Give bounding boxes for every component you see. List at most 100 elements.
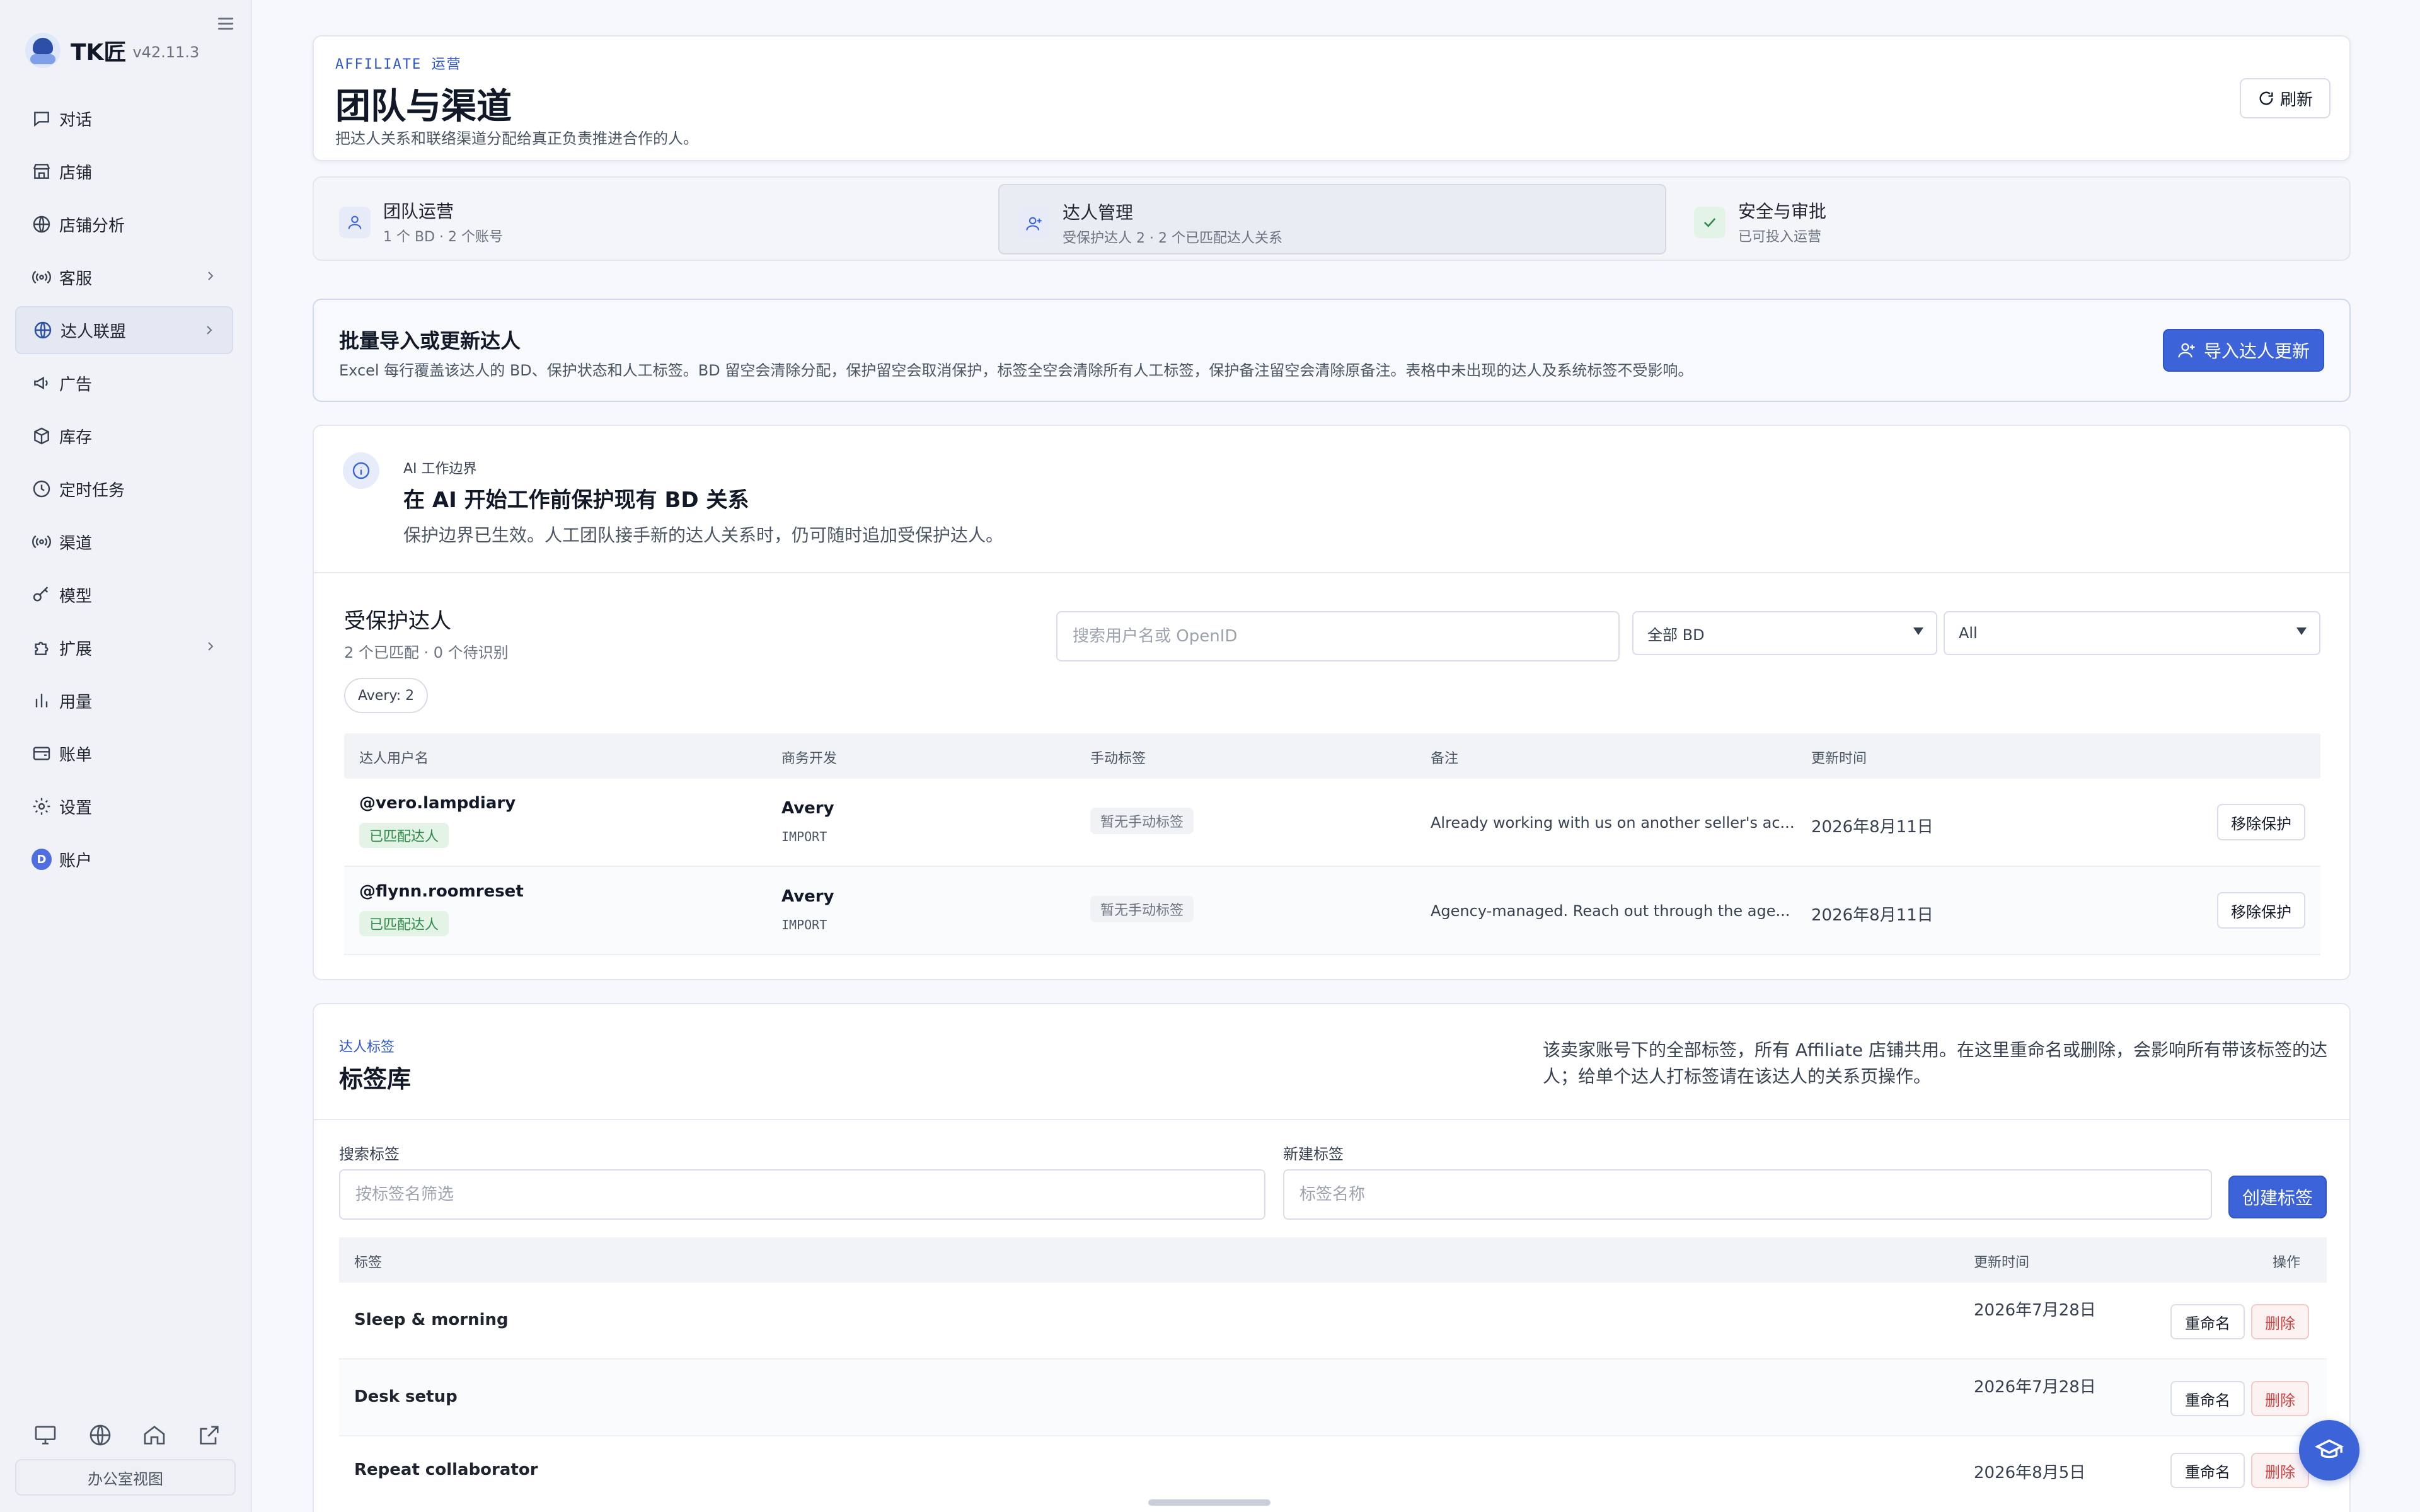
creator-username[interactable]: @flynn.roomreset [359, 882, 524, 901]
monitor-icon[interactable] [33, 1423, 58, 1448]
tag-name: Desk setup [354, 1387, 458, 1406]
table-row: Desk setup 2026年7月28日 重命名 删除 [339, 1360, 2327, 1436]
page-header: AFFILIATE 运营 团队与渠道 把达人关系和联络渠道分配给真正负责推进合作… [313, 35, 2351, 161]
column-header: 标签 [354, 1255, 383, 1271]
updated-time: 2026年8月11日 [1811, 818, 1933, 837]
import-creators-button[interactable]: 导入达人更新 [2163, 329, 2324, 372]
sidebar-item-label: 渠道 [59, 534, 93, 553]
column-header: 商务开发 [781, 751, 838, 767]
brand: TK匠 v42.11.3 [25, 32, 199, 69]
clock-icon [32, 479, 52, 499]
sidebar-item-affiliate[interactable]: 达人联盟 [15, 306, 233, 354]
sidebar-item-extensions[interactable]: 扩展 [15, 624, 233, 672]
sidebar-nav: 对话 店铺 店铺分析 客服 达人联盟 广告 库存 定时任务 渠道 模型 扩展 用… [15, 94, 233, 888]
tab-title: 安全与审批 [1738, 201, 1827, 222]
rename-tag-button[interactable]: 重命名 [2170, 1304, 2245, 1339]
creator-username[interactable]: @vero.lampdiary [359, 794, 516, 813]
sidebar-item-store-analytics[interactable]: 店铺分析 [15, 200, 233, 248]
remove-protection-button[interactable]: 移除保护 [2217, 892, 2305, 929]
bd-count-chip[interactable]: Avery: 2 [344, 678, 429, 713]
remove-protection-button[interactable]: 移除保护 [2217, 804, 2305, 840]
sidebar-item-models[interactable]: 模型 [15, 571, 233, 619]
key-icon [32, 585, 52, 605]
column-header: 操作 [2273, 1255, 2301, 1271]
rename-tag-button[interactable]: 重命名 [2170, 1453, 2245, 1488]
status-badge: 已匹配达人 [359, 911, 449, 936]
sidebar-item-usage[interactable]: 用量 [15, 677, 233, 724]
home-icon[interactable] [142, 1423, 167, 1448]
table-row: Sleep & morning 2026年7月28日 重命名 删除 [339, 1283, 2327, 1360]
bd-filter-select[interactable]: 全部 BD [1632, 611, 1937, 655]
ai-boundary-eyebrow: AI 工作边界 [403, 461, 477, 477]
caret-down-icon [1913, 627, 1923, 635]
sidebar-item-store[interactable]: 店铺 [15, 147, 233, 195]
broadcast-icon [32, 267, 52, 287]
tab-title: 团队运营 [383, 201, 454, 222]
box-icon [32, 426, 52, 446]
sidebar-collapse-icon[interactable] [218, 18, 233, 32]
tag-search-input[interactable] [339, 1169, 1265, 1220]
table-row: @flynn.roomreset 已匹配达人 Avery IMPORT 暂无手动… [344, 867, 2320, 955]
table-row: @vero.lampdiary 已匹配达人 Avery IMPORT 暂无手动标… [344, 779, 2320, 867]
sidebar-item-inventory[interactable]: 库存 [15, 412, 233, 460]
creator-note: Already working with us on another selle… [1431, 814, 1795, 832]
sidebar-item-chat[interactable]: 对话 [15, 94, 233, 142]
tab-subtitle: 1 个 BD · 2 个账号 [383, 229, 503, 245]
help-button[interactable] [2299, 1420, 2360, 1480]
external-link-icon[interactable] [197, 1423, 222, 1448]
sidebar-item-label: 客服 [59, 269, 93, 289]
status-badge: 已匹配达人 [359, 823, 449, 848]
sidebar: TK匠 v42.11.3 对话 店铺 店铺分析 客服 达人联盟 广告 库存 定时… [0, 0, 252, 1512]
status-filter-select[interactable]: All [1944, 611, 2320, 655]
bulk-import-panel: 批量导入或更新达人 Excel 每行覆盖该达人的 BD、保护状态和人工标签。BD… [313, 299, 2351, 402]
info-icon [343, 452, 379, 489]
sidebar-item-scheduled-tasks[interactable]: 定时任务 [15, 465, 233, 513]
sidebar-item-label: 店铺分析 [59, 216, 125, 236]
protected-table-header: 达人用户名 商务开发 手动标签 备注 更新时间 [344, 733, 2320, 779]
bar-chart-icon [32, 690, 52, 711]
sidebar-item-channels[interactable]: 渠道 [15, 518, 233, 566]
tag-library-title: 标签库 [339, 1065, 412, 1093]
column-header: 达人用户名 [359, 751, 429, 767]
horizontal-scrollbar[interactable] [1148, 1499, 1270, 1506]
page-eyebrow: AFFILIATE 运营 [335, 57, 462, 72]
rename-tag-button[interactable]: 重命名 [2170, 1381, 2245, 1416]
updated-time: 2026年8月5日 [1974, 1463, 2086, 1482]
sidebar-item-label: 对话 [59, 110, 93, 130]
globe-icon[interactable] [88, 1423, 113, 1448]
sidebar-item-ads[interactable]: 广告 [15, 359, 233, 407]
puzzle-icon [32, 638, 52, 658]
delete-tag-button[interactable]: 删除 [2251, 1304, 2309, 1339]
delete-tag-button[interactable]: 删除 [2251, 1381, 2309, 1416]
avatar: D [32, 849, 52, 870]
sidebar-item-settings[interactable]: 设置 [15, 782, 233, 830]
refresh-button[interactable]: 刷新 [2240, 78, 2331, 118]
protected-creators-title: 受保护达人 [344, 609, 451, 634]
protected-creators-panel: AI 工作边界 在 AI 开始工作前保护现有 BD 关系 保护边界已生效。人工团… [313, 425, 2351, 980]
new-tag-input[interactable] [1283, 1169, 2212, 1220]
avatar-icon: D [32, 849, 52, 870]
sidebar-item-customer-service[interactable]: 客服 [15, 253, 233, 301]
graduation-cap-icon [2315, 1439, 2344, 1458]
creator-note: Agency-managed. Reach out through the ag… [1431, 902, 1790, 920]
tab-security-approval[interactable]: 安全与审批 已可投入运营 [1675, 184, 2343, 255]
create-tag-button[interactable]: 创建标签 [2228, 1176, 2327, 1218]
tab-team-operations[interactable]: 团队运营 1 个 BD · 2 个账号 [320, 184, 988, 255]
sidebar-item-label: 达人联盟 [60, 322, 127, 341]
tab-creator-management[interactable]: 达人管理 受保护达人 2 · 2 个已匹配达人关系 [998, 184, 1666, 255]
gear-icon [32, 796, 52, 816]
tag-library-eyebrow: 达人标签 [339, 1040, 395, 1055]
page-subtitle: 把达人关系和联络渠道分配给真正负责推进合作的人。 [335, 130, 698, 147]
chevron-right-icon [207, 326, 212, 335]
bulk-import-description: Excel 每行覆盖该达人的 BD、保护状态和人工标签。BD 留空会清除分配，保… [339, 362, 1693, 379]
sidebar-bottom-toolbar [33, 1423, 222, 1448]
office-view-button[interactable]: 办公室视图 [15, 1459, 236, 1496]
sidebar-item-label: 用量 [59, 692, 93, 712]
creator-search-input[interactable] [1056, 611, 1620, 662]
tag-search-label: 搜索标签 [339, 1145, 400, 1163]
sidebar-item-account[interactable]: D 账户 [15, 835, 233, 883]
tag-table-header: 标签 更新时间 操作 [339, 1237, 2327, 1283]
sidebar-item-billing[interactable]: 账单 [15, 730, 233, 777]
sidebar-item-label: 库存 [59, 428, 93, 447]
megaphone-icon [32, 373, 52, 393]
